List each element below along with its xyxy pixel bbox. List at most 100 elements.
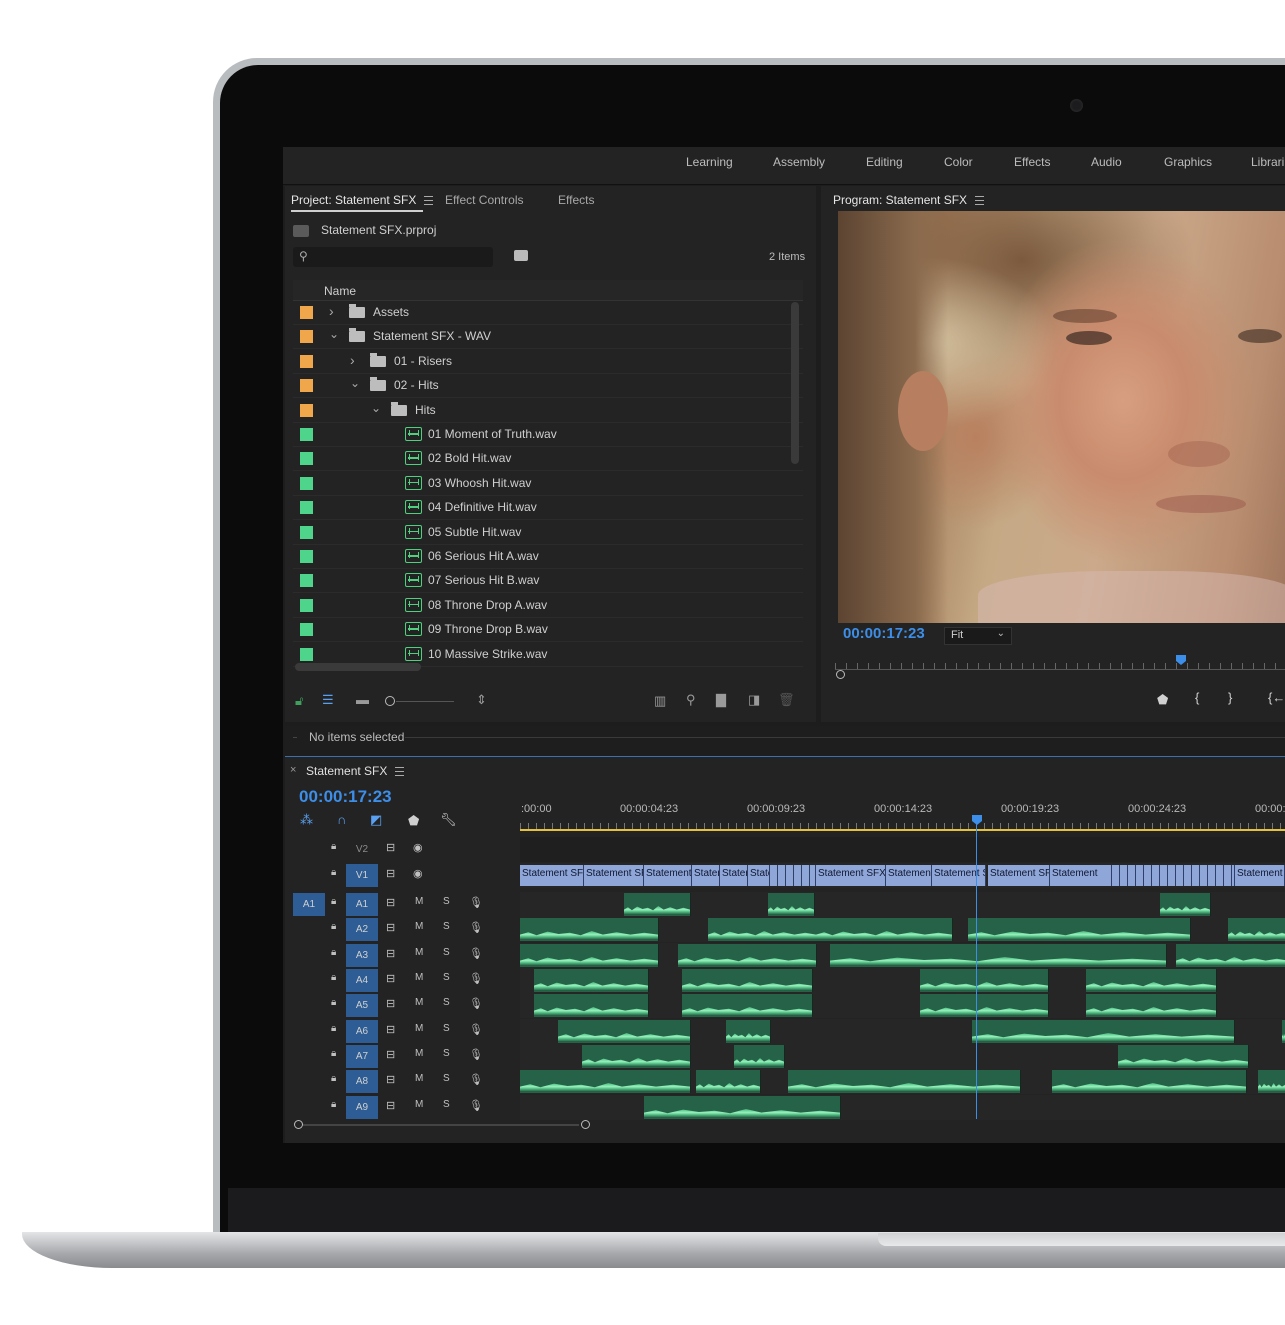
track-lane-a6[interactable] (520, 1019, 1285, 1044)
track-target-v2[interactable]: V2 (346, 838, 378, 861)
solo-button[interactable]: S (443, 921, 450, 932)
audio-clip[interactable] (972, 1020, 1235, 1043)
solo-button[interactable]: S (443, 1073, 450, 1084)
track-target-a1[interactable]: A1 (346, 893, 378, 916)
audio-clip[interactable] (1160, 893, 1211, 916)
timeline-playhead-line[interactable] (976, 825, 977, 1119)
track-lane-a4[interactable] (520, 968, 1285, 993)
label-color-swatch[interactable] (300, 501, 313, 515)
microphone-icon[interactable]: 🎙︎ (469, 1023, 483, 1036)
sync-lock-icon[interactable]: ⊟ (386, 947, 395, 960)
mute-button[interactable]: M (415, 1023, 423, 1034)
video-clip[interactable]: Statement SF (932, 865, 986, 886)
mute-button[interactable]: M (415, 921, 423, 932)
audio-clip[interactable] (520, 944, 659, 967)
track-target-a8[interactable]: A8 (346, 1070, 378, 1093)
chevron-right-icon[interactable]: › (329, 303, 334, 319)
track-lane-a3[interactable] (520, 943, 1285, 968)
audio-clip[interactable] (830, 944, 1167, 967)
audio-clip[interactable] (734, 1045, 785, 1068)
video-clip[interactable]: State (748, 865, 770, 886)
track-lock-icon[interactable]: 🔒︎ (331, 972, 336, 983)
track-lane-v1[interactable]: Statement SFXStatement SFStatementStaten… (520, 863, 1285, 888)
zoom-slider-handle[interactable] (385, 696, 395, 706)
lock-icon[interactable]: 🔓︎ (295, 693, 303, 709)
microphone-icon[interactable]: 🎙︎ (469, 1099, 483, 1112)
track-lane-a9[interactable] (520, 1095, 1285, 1120)
source-patch-a1[interactable]: A1 (293, 893, 325, 916)
audio-clip[interactable] (1258, 1070, 1285, 1093)
audio-clip[interactable] (624, 893, 691, 916)
trash-icon[interactable]: 🗑︎ (778, 692, 795, 708)
program-video-frame[interactable] (838, 211, 1285, 623)
audio-clip[interactable] (920, 994, 1049, 1017)
mute-button[interactable]: M (415, 972, 423, 983)
solo-button[interactable]: S (443, 972, 450, 983)
microphone-icon[interactable]: 🎙︎ (469, 1048, 483, 1061)
add-marker-icon[interactable]: ⬟ (1157, 692, 1168, 708)
audio-clip[interactable] (678, 944, 817, 967)
mute-button[interactable]: M (415, 997, 423, 1008)
track-target-a3[interactable]: A3 (346, 944, 378, 967)
label-color-swatch[interactable] (300, 598, 313, 612)
microphone-icon[interactable]: 🎙︎ (469, 1073, 483, 1086)
video-clip[interactable]: Statement SFX (988, 865, 1050, 886)
program-monitor-title[interactable]: Program: Statement SFX (833, 193, 985, 207)
project-item-row[interactable]: 01 Moment of Truth.wav (293, 422, 803, 447)
track-lane-a8[interactable] (520, 1069, 1285, 1094)
workspace-tab-assembly[interactable]: Assembly (773, 155, 825, 169)
track-target-v1[interactable]: V1 (346, 864, 378, 887)
project-item-row[interactable]: 06 Serious Hit A.wav (293, 544, 803, 569)
track-lane-a5[interactable] (520, 993, 1285, 1018)
audio-clip[interactable] (534, 994, 649, 1017)
project-item-row[interactable]: 05 Subtle Hit.wav (293, 520, 803, 545)
video-clip[interactable]: Staten (692, 865, 720, 886)
timeline-zoom-bar[interactable] (303, 1124, 579, 1126)
mute-button[interactable]: M (415, 1073, 423, 1084)
tab-effect-controls[interactable]: Effect Controls (445, 193, 523, 207)
workspace-tab-graphics[interactable]: Graphics (1164, 155, 1212, 169)
audio-clip[interactable] (682, 969, 813, 992)
solo-button[interactable]: S (443, 997, 450, 1008)
list-view-icon[interactable]: ☰ (322, 692, 334, 708)
label-color-swatch[interactable] (300, 647, 313, 661)
track-lock-icon[interactable]: 🔒︎ (331, 1073, 336, 1084)
label-color-swatch[interactable] (300, 306, 313, 319)
workspace-tab-editing[interactable]: Editing (866, 155, 903, 169)
program-time-ruler[interactable] (835, 655, 1285, 670)
close-icon[interactable]: × (290, 764, 296, 776)
linked-selection-icon[interactable]: ◩ (370, 812, 382, 828)
video-clip[interactable]: Statement (644, 865, 692, 886)
chevron-down-icon[interactable]: ⌄ (329, 327, 339, 341)
label-color-swatch[interactable] (300, 550, 313, 563)
zoom-slider-track[interactable] (396, 701, 454, 702)
audio-clip[interactable] (726, 1020, 771, 1043)
horizontal-scrollbar[interactable] (295, 663, 421, 671)
project-item-row[interactable]: › Assets (293, 300, 803, 325)
audio-clip[interactable] (696, 1070, 761, 1093)
label-color-swatch[interactable] (300, 428, 313, 441)
video-clip-slices[interactable] (1112, 865, 1235, 886)
microphone-icon[interactable]: 🎙︎ (469, 997, 483, 1010)
mute-button[interactable]: M (415, 947, 423, 958)
timeline-tab[interactable]: Statement SFX (306, 764, 405, 778)
audio-clip[interactable] (520, 1070, 691, 1093)
track-lane-a1[interactable] (520, 892, 1285, 917)
label-color-swatch[interactable] (300, 330, 313, 344)
go-to-in-icon[interactable]: {← (1268, 690, 1285, 705)
workspace-tab-effects[interactable]: Effects (1014, 155, 1050, 169)
mute-button[interactable]: M (415, 1099, 423, 1110)
project-item-row[interactable]: ⌄ 02 - Hits (293, 373, 803, 399)
microphone-icon[interactable]: 🎙︎ (469, 947, 483, 960)
sync-lock-icon[interactable]: ⊟ (386, 867, 395, 880)
video-clip[interactable]: Statement SFX (520, 865, 584, 886)
video-clip[interactable]: Statement S (1235, 865, 1285, 886)
microphone-icon[interactable]: 🎙︎ (469, 972, 483, 985)
audio-clip[interactable] (1086, 969, 1217, 992)
label-color-swatch[interactable] (300, 623, 313, 637)
panel-menu-icon[interactable] (424, 196, 434, 205)
project-item-row[interactable]: 04 Definitive Hit.wav (293, 495, 803, 521)
sync-lock-icon[interactable]: ⊟ (386, 841, 395, 854)
audio-clip[interactable] (816, 918, 953, 941)
sync-lock-icon[interactable]: ⊟ (386, 1023, 395, 1036)
